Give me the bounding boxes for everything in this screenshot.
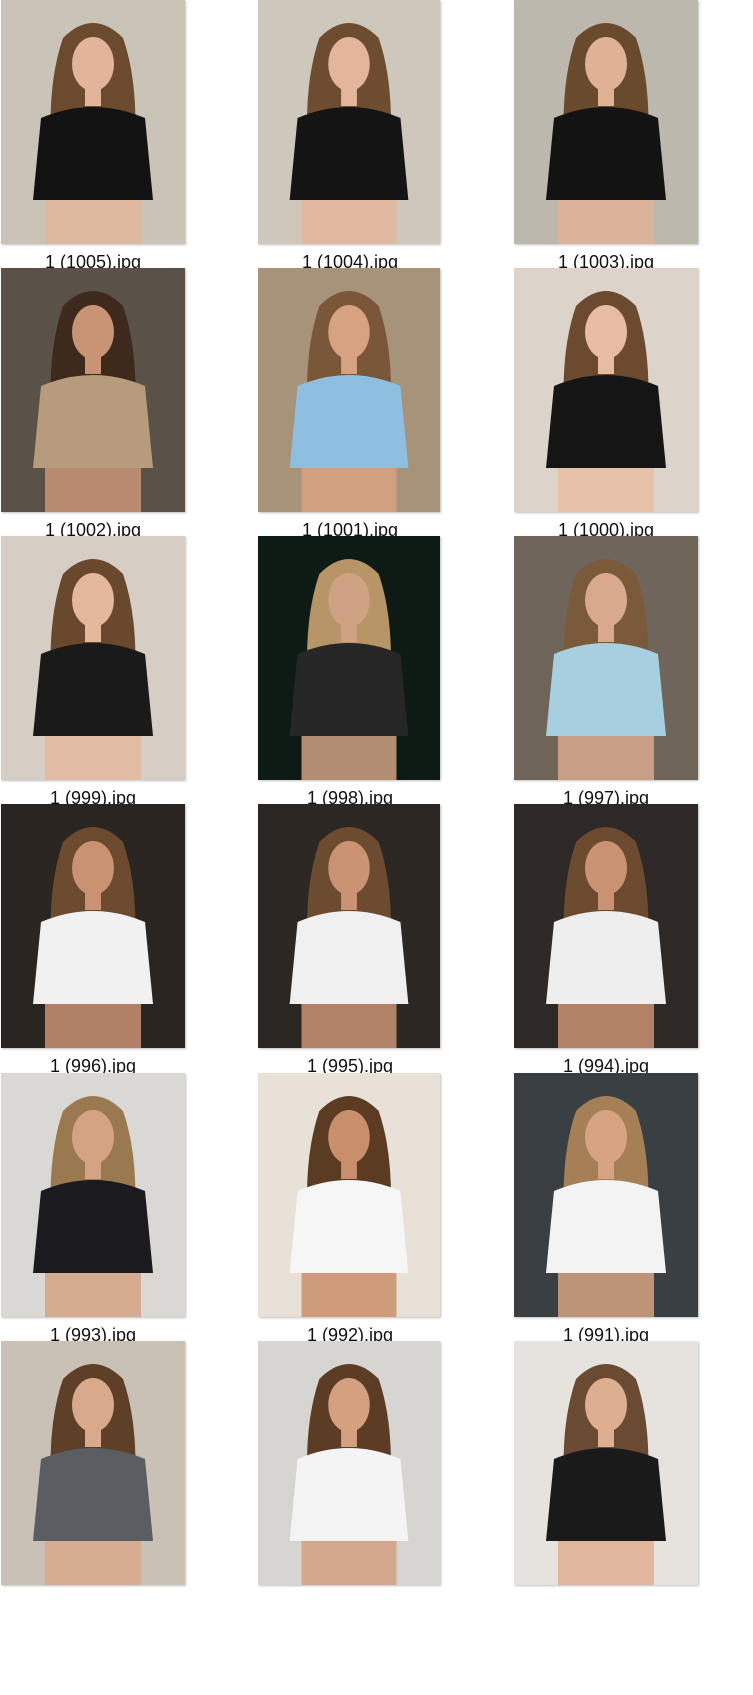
file-item[interactable]: 1 (994).jpg [513,804,713,1094]
photo-subject-face [72,841,114,895]
file-thumbnail-image[interactable] [1,536,185,780]
photo-subject-face [585,573,627,627]
file-thumbnail-image[interactable] [1,0,185,244]
file-item[interactable]: 1 (1002).jpg [0,268,200,558]
file-thumbnail-image[interactable] [258,0,440,244]
photo-subject-clothing [33,1448,153,1541]
photo-subject-face [585,1110,627,1164]
file-thumbnail-image[interactable] [258,804,440,1048]
photo-subject-face [328,1110,370,1164]
photo-subject-clothing [33,375,153,468]
photo-subject-clothing [546,107,666,200]
file-item[interactable]: 1 (1003).jpg [513,0,713,290]
photo-subject-face [585,1378,627,1432]
file-item[interactable]: 1 (991).jpg [513,1073,713,1363]
photo-subject-clothing [289,1180,409,1273]
photo-subject-clothing [546,375,666,468]
file-item[interactable]: 1 (1001).jpg [257,268,457,558]
file-thumbnail-grid: 1 (1005).jpg 1 (1004).jpg 1 (1003).jpg 1 (1… [0,0,753,1695]
photo-subject-clothing [33,643,153,736]
file-item[interactable]: 1 (998).jpg [257,536,457,826]
file-item[interactable]: 1 (993).jpg [0,1073,200,1363]
file-item[interactable]: 1 (992).jpg [257,1073,457,1363]
file-item[interactable]: 1 (997).jpg [513,536,713,826]
photo-subject-clothing [546,911,666,1004]
file-thumbnail-image[interactable] [514,1073,698,1317]
photo-subject-face [328,305,370,359]
photo-subject-clothing [546,1180,666,1273]
photo-subject-face [328,37,370,91]
file-thumbnail-image[interactable] [514,1341,698,1585]
photo-subject-clothing [33,911,153,1004]
photo-subject-clothing [33,107,153,200]
file-thumbnail-image[interactable] [1,804,185,1048]
photo-subject-face [585,305,627,359]
file-thumbnail-image[interactable] [514,804,698,1048]
file-thumbnail-image[interactable] [514,268,698,512]
photo-subject-clothing [289,911,409,1004]
photo-subject-clothing [289,375,409,468]
photo-subject-face [72,573,114,627]
photo-subject-face [328,573,370,627]
file-item[interactable] [257,1341,457,1631]
file-item[interactable]: 1 (996).jpg [0,804,200,1094]
photo-subject-clothing [289,1448,409,1541]
photo-subject-face [72,1378,114,1432]
file-item[interactable]: 1 (995).jpg [257,804,457,1094]
photo-subject-face [72,305,114,359]
photo-subject-clothing [546,1448,666,1541]
file-thumbnail-image[interactable] [514,0,698,244]
file-thumbnail-image[interactable] [258,536,440,780]
file-thumbnail-image[interactable] [258,268,440,512]
photo-subject-clothing [546,643,666,736]
file-item[interactable]: 1 (1005).jpg [0,0,200,290]
photo-subject-face [72,37,114,91]
photo-subject-clothing [289,107,409,200]
photo-subject-face [585,841,627,895]
file-thumbnail-image[interactable] [1,1073,185,1317]
photo-subject-face [328,841,370,895]
file-item[interactable] [513,1341,713,1631]
photo-subject-clothing [33,1180,153,1273]
photo-subject-face [72,1110,114,1164]
file-thumbnail-image[interactable] [1,1341,185,1585]
photo-subject-face [585,37,627,91]
file-thumbnail-image[interactable] [258,1341,440,1585]
file-item[interactable] [0,1341,200,1631]
photo-subject-face [328,1378,370,1432]
file-thumbnail-image[interactable] [258,1073,440,1317]
file-item[interactable]: 1 (1000).jpg [513,268,713,558]
file-thumbnail-image[interactable] [1,268,185,512]
file-item[interactable]: 1 (1004).jpg [257,0,457,290]
file-thumbnail-image[interactable] [514,536,698,780]
file-item[interactable]: 1 (999).jpg [0,536,200,826]
photo-subject-clothing [289,643,409,736]
